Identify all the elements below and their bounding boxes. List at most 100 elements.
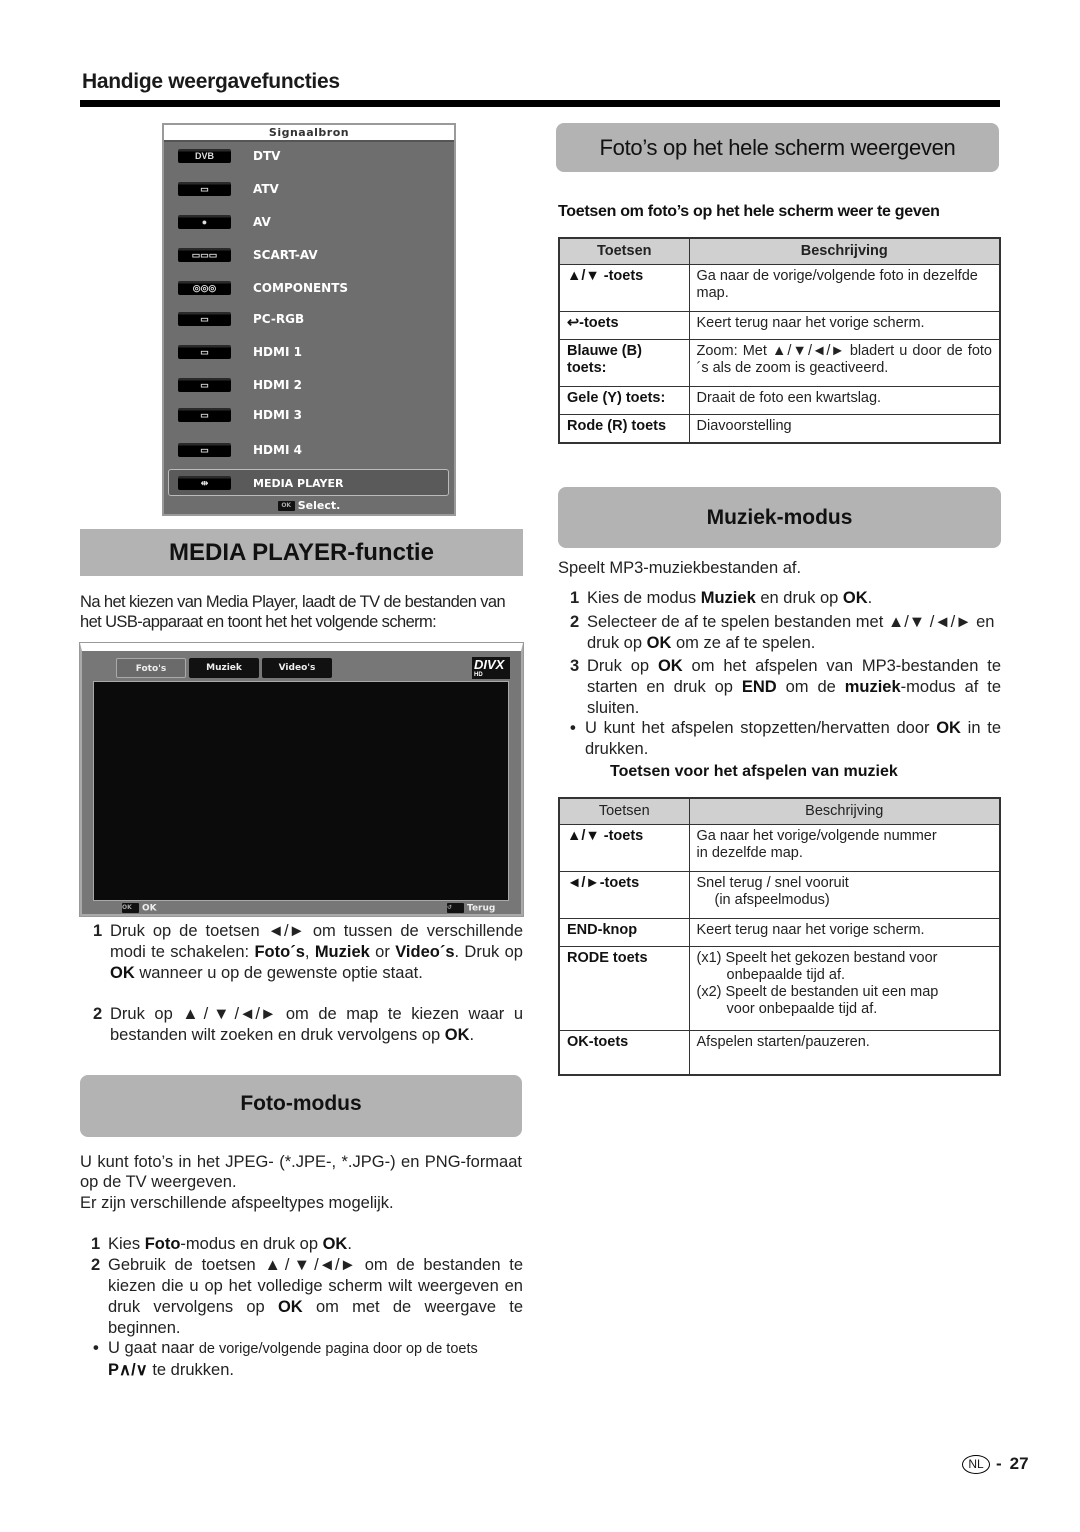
column-header: Toetsen — [558, 237, 690, 265]
source-item-pc-rgb: ▭ PC-RGB — [178, 308, 448, 330]
table-row: Gele (Y) toets: Draait de foto een kwarts… — [558, 386, 1001, 415]
source-label: ATV — [253, 182, 279, 196]
muziek-step-1: 1 Kies de modus Muziek en druk op OK. — [570, 588, 1001, 609]
source-label: HDMI 2 — [253, 378, 302, 392]
media-player-intro: Na het kiezen van Media Player, laadt de… — [80, 593, 506, 631]
foto-step-1: 1 Kies Foto-modus en druk op OK. — [91, 1234, 523, 1255]
step-text-bold: OK — [646, 634, 672, 652]
mp-footer-back: ↺ Terug — [447, 903, 495, 914]
desc-line: in dezelfde map. — [696, 845, 803, 861]
source-label: DTV — [253, 149, 281, 163]
desc-line: (x2) Speelt de bestanden uit een map — [696, 984, 939, 1000]
av-jack-icon: ● — [178, 215, 231, 229]
muziek-keys-table: Toetsen Beschrijving ▲/▼ -toets Ga naar h… — [558, 797, 1001, 1076]
desc-line: (x1) Speelt het gekozen bestand voor — [696, 950, 938, 966]
foto-modus-intro-2: Er zijn verschillende afspeeltypes mogel… — [80, 1194, 394, 1212]
fullscreen-table-caption: Toetsen om foto’s op het hele scherm wee… — [558, 203, 940, 220]
desc-cell: Diavoorstelling — [688, 414, 1001, 443]
key-cell: ◄/►-toets — [558, 871, 690, 919]
source-menu-screenshot: Signaalbron DVB DTV ▭ ATV ● AV ▭▭▭ SCART-AV … — [162, 123, 456, 516]
step-text: om ze af te spelen. — [671, 634, 816, 652]
key-cell: RODE toets — [558, 946, 690, 1031]
language-badge: NL — [962, 1454, 990, 1474]
source-item-hdmi1: ▭ HDMI 1 — [178, 341, 448, 363]
mp-footer-back-label: Terug — [467, 903, 496, 914]
step-text: -modus en druk op — [180, 1235, 323, 1253]
vga-icon: ▭ — [178, 312, 231, 326]
fullscreen-keys-table: Toetsen Beschrijving ▲/▼ -toets Ga naar d… — [558, 237, 1001, 444]
step-text: . — [867, 589, 873, 607]
desc-cell: Ga naar de vorige/volgende foto in dezel… — [688, 264, 1001, 312]
component-icon: ◎◎◎ — [178, 281, 231, 295]
step-text-bold: OK — [842, 589, 868, 607]
step-number: 1 — [570, 589, 580, 607]
table-header-row: Toetsen Beschrijving — [558, 797, 1001, 825]
bullet-dot: • — [570, 719, 576, 737]
select-hint: Select. — [297, 499, 341, 512]
desc-line: Afspelen starten/pauzeren. — [696, 1034, 870, 1050]
step-text: . — [469, 1026, 475, 1044]
key-cell: END-knop — [558, 918, 690, 947]
step-number: 2 — [570, 613, 580, 631]
source-item-hdmi4: ▭ HDMI 4 — [178, 439, 448, 461]
source-item-media-player: ⇹ MEDIA PLAYER — [178, 472, 448, 494]
foto-modus-section-title: Foto-modus — [80, 1075, 522, 1137]
desc-line: Ga naar het vorige/volgende nummer — [696, 828, 937, 844]
step-text-bold: Video´s — [395, 943, 455, 961]
step-text: Kies de modus — [587, 589, 701, 607]
source-label: HDMI 3 — [253, 408, 302, 422]
source-item-dtv: DVB DTV — [178, 145, 448, 167]
step-text-bold: OK — [657, 657, 683, 675]
desc-line: Snel terug / snel vooruit — [696, 875, 849, 891]
page-number: NL - 27 — [962, 1454, 1029, 1474]
mp-step-2: 2 Druk op ▲/▼/◄/► om de map te kiezen waa… — [93, 1004, 523, 1046]
table-row: ◄/►-toets Snel terug / snel vooruit (in af… — [558, 871, 1001, 919]
step-text-bold: Foto´s — [254, 943, 305, 961]
muziek-section-title: Muziek-modus — [558, 487, 1001, 548]
step-number: 1 — [93, 922, 103, 940]
key-cell: OK-toets — [558, 1030, 690, 1075]
step-text: Kies — [108, 1235, 145, 1253]
mp-footer-ok-label: OK — [142, 903, 157, 914]
step-text: or — [369, 943, 396, 961]
page-header: Handige weergavefuncties — [82, 70, 340, 93]
usb-icon: ⇹ — [178, 476, 231, 490]
divx-logo-text: DIVX — [474, 657, 505, 672]
bullet-text: U kunt het afspelen stopzetten/hervatten… — [585, 719, 937, 737]
key-cell: Gele (Y) toets: — [558, 386, 690, 415]
desc-cell: Keert terug naar het vorige scherm. — [688, 311, 1001, 340]
bullet-dot: • — [93, 1339, 99, 1357]
ok-key-icon: OK — [122, 903, 139, 913]
return-key-icon: ↺ — [447, 903, 464, 913]
mp-step-1: 1 Druk op de toetsen ◄/► om tussen de ver… — [93, 921, 523, 984]
desc-cell: Ga naar het vorige/volgende nummer in dez… — [688, 824, 1001, 872]
header-rule — [80, 100, 1000, 107]
source-item-atv: ▭ ATV — [178, 178, 448, 200]
source-label: AV — [253, 215, 271, 229]
step-text-bold: OK — [110, 964, 135, 982]
desc-line: onbepaalde tijd af. — [726, 967, 846, 983]
bullet-text: te drukken. — [147, 1361, 234, 1379]
mp-footer-ok: OK OK — [122, 903, 157, 914]
key-cell: ↩-toets — [558, 311, 690, 340]
hdmi-icon: ▭ — [178, 408, 231, 422]
desc-cell: Afspelen starten/pauzeren. — [688, 1030, 1001, 1075]
muziek-table-caption: Toetsen voor het afspelen van muziek — [610, 763, 898, 780]
step-number: 1 — [91, 1235, 101, 1253]
fullscreen-section-title: Foto’s op het hele scherm weergeven — [556, 123, 999, 172]
hdmi-icon: ▭ — [178, 443, 231, 457]
desc-cell: Snel terug / snel vooruit (in afspeelmodu… — [688, 871, 1001, 919]
ok-key-icon: OK — [277, 501, 295, 511]
table-row: END-knop Keert terug naar het vorige sche… — [558, 918, 1001, 947]
source-label: PC-RGB — [253, 312, 305, 326]
step-number: 2 — [93, 1005, 103, 1023]
page-key-label: P∧/∨ — [108, 1361, 148, 1379]
dvb-icon: DVB — [178, 149, 231, 163]
muziek-step-3: 3 Druk op OK om het afspelen van MP3-best… — [570, 656, 1001, 719]
foto-modus-intro: U kunt foto’s in het JPEG- (*.JPE-, *.JP… — [80, 1153, 522, 1191]
step-number: 2 — [91, 1256, 101, 1274]
table-row: ↩-toets Keert terug naar het vorige scher… — [558, 311, 1001, 340]
key-cell: Blauwe (B) toets: — [558, 339, 690, 387]
source-item-av: ● AV — [178, 211, 448, 233]
bullet-text-bold: OK — [936, 719, 961, 737]
